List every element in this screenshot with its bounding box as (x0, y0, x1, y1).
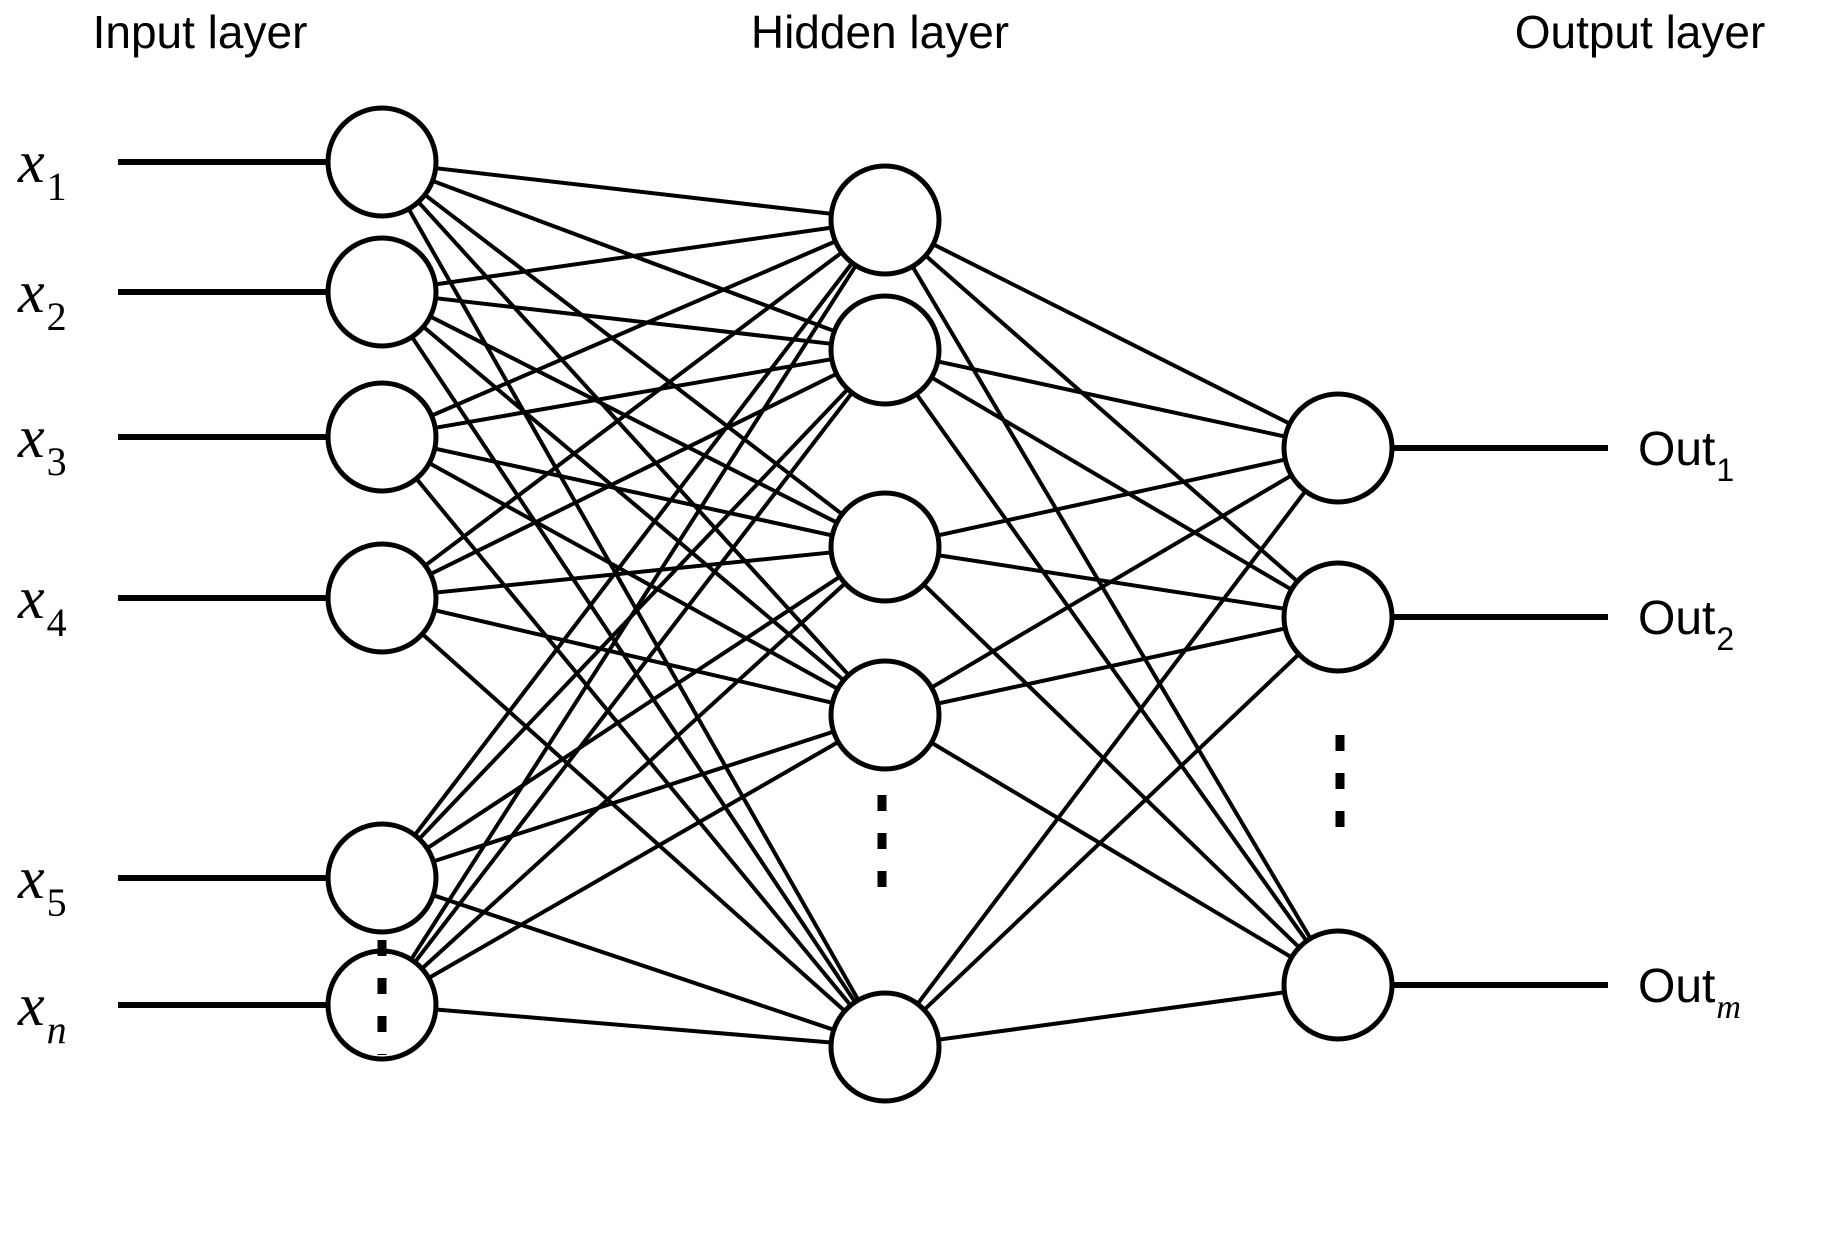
neuron-output-om (1281, 928, 1395, 1042)
edge-h1-o1 (932, 242, 1291, 426)
edge-in-h5 (435, 1007, 832, 1045)
input-label-base: x (17, 972, 45, 1038)
output-label-subscript: m (1716, 989, 1741, 1026)
input-variable-labels: x1x2x3x4x5xn (17, 129, 67, 1052)
output-label-o1: Out1 (1638, 423, 1734, 488)
neuron-input-i5 (325, 821, 439, 935)
neuron-input-in (325, 948, 439, 1062)
network-canvas: Input layer Hidden layer Output layer x1… (17, 6, 1766, 1104)
edge-i5-h3 (426, 575, 841, 850)
edge-i1-h3 (423, 193, 844, 516)
input-label-i4: x4 (17, 565, 67, 645)
neuron-output-o1 (1281, 391, 1395, 505)
output-label-om: Outm (1638, 960, 1741, 1026)
edge-i2-h1 (435, 225, 832, 287)
neuron-hidden-h2 (828, 293, 942, 407)
hidden-layer-title: Hidden layer (751, 6, 1009, 58)
neuron-hidden-h3 (828, 490, 942, 604)
output-label-o2: Out2 (1638, 592, 1734, 657)
output-layer-title: Output layer (1515, 6, 1766, 58)
neuron-input-i4 (325, 541, 439, 655)
output-label-base: Out (1638, 960, 1715, 1013)
input-label-base: x (17, 129, 45, 195)
neural-network-diagram: Input layer Hidden layer Output layer x1… (0, 0, 1828, 1250)
output-label-subscript: 1 (1716, 452, 1734, 488)
neuron-input-i3 (325, 380, 439, 494)
output-layer-nodes (1281, 391, 1395, 1042)
edge-i4-h1 (423, 250, 844, 568)
input-label-subscript: n (47, 1007, 67, 1052)
input-label-i2: x2 (17, 259, 67, 339)
hidden-to-output-edges (910, 242, 1313, 1042)
input-label-base: x (17, 845, 45, 911)
edge-i4-h4 (434, 608, 833, 705)
neuron-input-i2 (325, 235, 439, 349)
neuron-hidden-h4 (828, 658, 942, 772)
edge-h4-om (930, 740, 1293, 960)
edge-h5-om (938, 990, 1285, 1042)
input-label-i1: x1 (17, 129, 67, 209)
neuron-output-o2 (1281, 560, 1395, 674)
input-label-base: x (17, 404, 45, 470)
input-label-subscript: 1 (47, 164, 67, 209)
input-label-subscript: 3 (47, 439, 67, 484)
edge-i1-h1 (435, 166, 832, 216)
output-label-base: Out (1638, 592, 1715, 645)
input-label-subscript: 2 (47, 294, 67, 339)
hidden-layer-nodes (828, 163, 942, 1104)
edge-i5-h5 (432, 893, 835, 1032)
output-variable-labels: Out1Out2Outm (1638, 423, 1741, 1026)
input-label-subscript: 5 (47, 880, 67, 925)
neuron-hidden-h5 (828, 990, 942, 1104)
edge-h5-o2 (922, 652, 1301, 1012)
input-label-i3: x3 (17, 404, 67, 484)
edge-i4-h2 (429, 372, 838, 576)
input-layer-title: Input layer (93, 6, 308, 58)
input-label-subscript: 4 (47, 600, 67, 645)
output-label-base: Out (1638, 423, 1715, 476)
neuron-input-i1 (325, 105, 439, 219)
edge-h2-o2 (930, 375, 1293, 592)
input-label-in: xn (17, 972, 67, 1052)
output-wires (1392, 445, 1608, 988)
input-layer-nodes (325, 105, 439, 1062)
input-to-hidden-edges (406, 166, 861, 1045)
edge-h5-o1 (915, 489, 1308, 1006)
output-label-subscript: 2 (1716, 621, 1734, 657)
input-wires (118, 159, 328, 1008)
edge-i5-h4 (432, 729, 835, 864)
edge-h1-o2 (924, 254, 1299, 583)
input-label-i5: x5 (17, 845, 67, 925)
neuron-hidden-h1 (828, 163, 942, 277)
input-label-base: x (17, 565, 45, 631)
input-label-base: x (17, 259, 45, 325)
edge-h4-o2 (937, 626, 1286, 706)
